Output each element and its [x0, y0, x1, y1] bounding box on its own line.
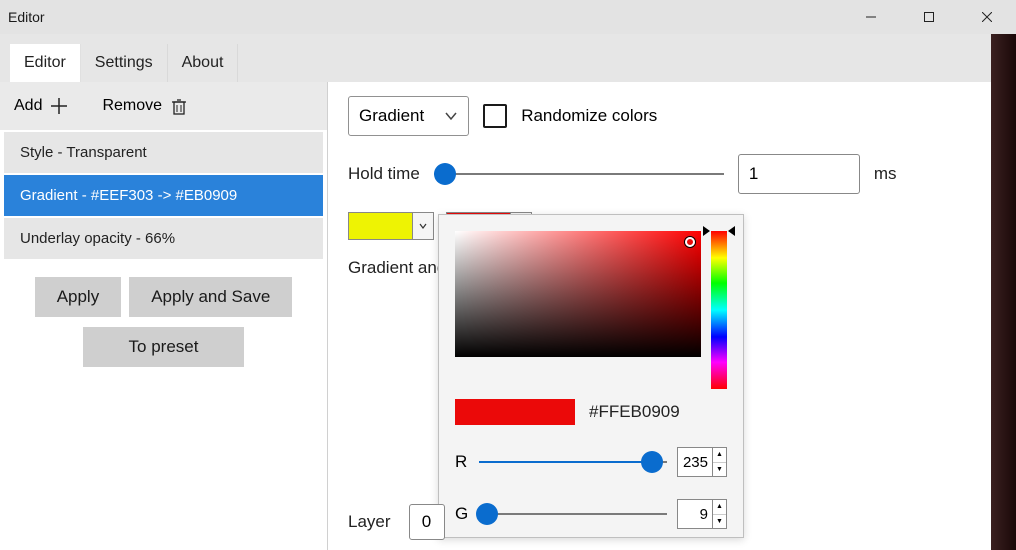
layer-list: Style - Transparent Gradient - #EEF303 -… — [0, 130, 327, 271]
current-color-swatch — [455, 399, 575, 425]
r-up[interactable]: ▲ — [713, 448, 726, 463]
color-swatch-1[interactable] — [348, 212, 434, 240]
layer-item-gradient[interactable]: Gradient - #EEF303 -> #EB0909 — [4, 175, 323, 216]
swatch-1-dropdown[interactable] — [413, 213, 433, 239]
window-title: Editor — [8, 9, 45, 25]
sidebar-actionbar: Add Remove — [0, 82, 327, 130]
chevron-down-icon — [419, 223, 427, 229]
apply-save-button[interactable]: Apply and Save — [129, 277, 292, 317]
mode-dropdown-label: Gradient — [359, 106, 424, 126]
remove-label: Remove — [102, 97, 162, 115]
plus-icon — [50, 97, 68, 115]
layer-spinbox[interactable]: 0 — [409, 504, 445, 540]
main-panel: Gradient Randomize colors Hold time 1 ms — [328, 82, 1016, 550]
g-slider[interactable] — [479, 504, 667, 524]
hold-time-label: Hold time — [348, 164, 420, 184]
r-label: R — [455, 452, 469, 472]
right-edge-decoration — [991, 34, 1016, 550]
close-button[interactable] — [958, 0, 1016, 34]
hue-strip[interactable] — [711, 231, 727, 389]
randomize-checkbox[interactable] — [483, 104, 507, 128]
maximize-button[interactable] — [900, 0, 958, 34]
g-spinbox[interactable]: 9 ▲▼ — [677, 499, 727, 529]
hold-time-unit: ms — [874, 164, 897, 184]
tabstrip: Editor Settings About — [0, 34, 1016, 82]
hold-time-input[interactable]: 1 — [738, 154, 860, 194]
apply-button[interactable]: Apply — [35, 277, 122, 317]
to-preset-button[interactable]: To preset — [83, 327, 245, 367]
r-down[interactable]: ▼ — [713, 463, 726, 477]
r-spinbox[interactable]: 235 ▲▼ — [677, 447, 727, 477]
color-picker-popup: #FFEB0909 R 235 ▲▼ G — [438, 214, 744, 538]
swatch-1-color — [349, 213, 413, 239]
remove-button[interactable]: Remove — [96, 91, 194, 121]
trash-icon — [170, 97, 188, 115]
g-up[interactable]: ▲ — [713, 500, 726, 515]
minimize-button[interactable] — [842, 0, 900, 34]
layer-label: Layer — [348, 512, 391, 532]
layer-item-underlay[interactable]: Underlay opacity - 66% — [4, 218, 323, 259]
current-hex: #FFEB0909 — [589, 402, 680, 422]
sv-field[interactable] — [455, 231, 701, 357]
mode-dropdown[interactable]: Gradient — [348, 96, 469, 136]
sidebar: Add Remove Style - Transparent Gradient … — [0, 82, 328, 550]
tab-editor[interactable]: Editor — [10, 44, 81, 82]
r-slider[interactable] — [479, 452, 667, 472]
hold-time-slider[interactable] — [434, 164, 724, 184]
chevron-down-icon — [444, 111, 458, 121]
tab-about[interactable]: About — [168, 44, 239, 82]
add-label: Add — [14, 97, 42, 115]
add-button[interactable]: Add — [8, 91, 74, 121]
g-label: G — [455, 504, 469, 524]
gradient-angle-label: Gradient ang — [348, 258, 446, 278]
randomize-label: Randomize colors — [521, 106, 657, 126]
window-controls — [842, 0, 1016, 34]
tab-settings[interactable]: Settings — [81, 44, 168, 82]
layer-item-style[interactable]: Style - Transparent — [4, 132, 323, 173]
titlebar: Editor — [0, 0, 1016, 34]
g-down[interactable]: ▼ — [713, 515, 726, 529]
sv-selector-ring[interactable] — [685, 237, 695, 247]
